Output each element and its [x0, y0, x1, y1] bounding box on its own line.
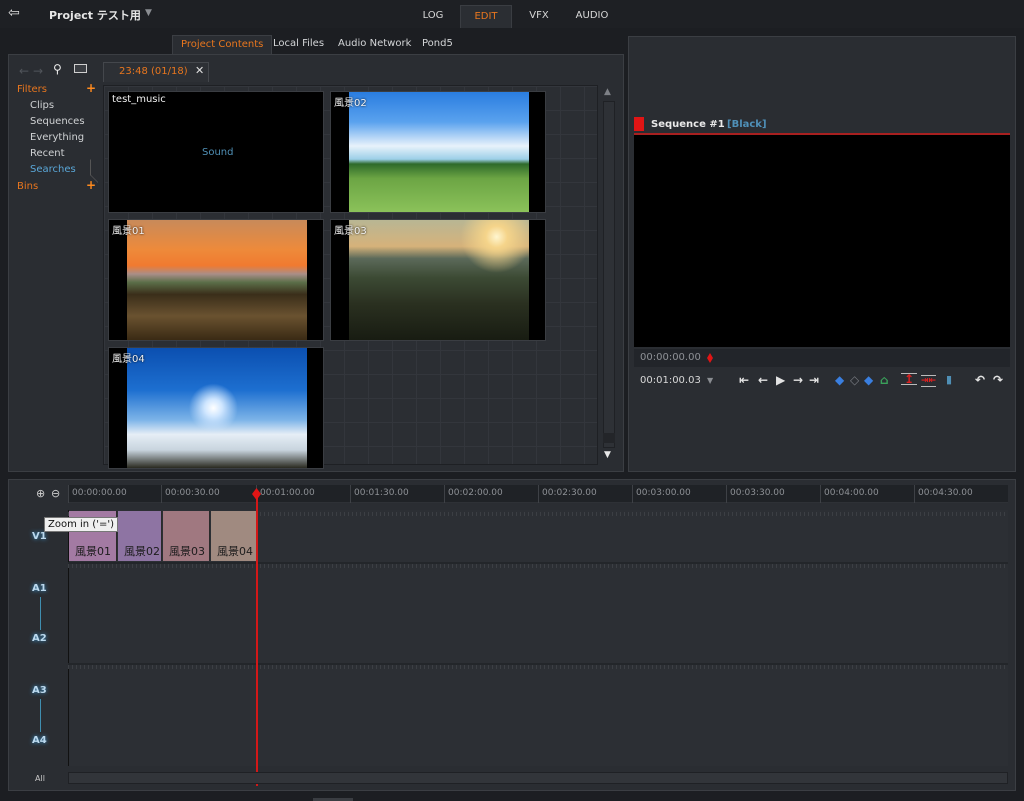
search-icon[interactable]: ⚲	[53, 62, 62, 76]
project-title[interactable]: Project テスト用	[49, 7, 141, 23]
clip-tile[interactable]: 風景03	[330, 219, 546, 341]
scroll-up-icon[interactable]: ▲	[604, 87, 611, 97]
viewer-screen[interactable]	[634, 133, 1010, 347]
bins-heading[interactable]: Bins	[17, 181, 38, 192]
clip-tile[interactable]: test_music Sound	[108, 91, 324, 213]
zoom-in-icon[interactable]: ⊕	[36, 487, 45, 500]
sequence-flag-icon	[634, 117, 644, 131]
tab-audio[interactable]: AUDIO	[570, 5, 614, 28]
track-a1-ticks	[68, 564, 1008, 568]
tab-audio-network[interactable]: Audio Network	[330, 35, 419, 54]
play-icon[interactable]: ▶	[776, 373, 785, 387]
ruler-tick-label: 00:00:30.00	[161, 485, 220, 503]
timeline-clip-name: 風景01	[75, 545, 111, 558]
clip-tile[interactable]: 風景02	[330, 91, 546, 213]
filter-everything[interactable]: Everything	[30, 132, 84, 143]
ruler-tick-label: 00:04:30.00	[914, 485, 973, 503]
timeline-clip[interactable]: 風景02	[118, 511, 162, 561]
tab-project-contents[interactable]: Project Contents	[172, 35, 273, 54]
track-label-a4[interactable]: A4	[32, 735, 47, 746]
track-a3-ticks	[68, 665, 1008, 669]
step-forward-icon[interactable]: →	[793, 373, 803, 387]
ruler-tick-label: 00:04:00.00	[820, 485, 879, 503]
sound-placeholder: Sound	[202, 147, 234, 158]
tab-local-files[interactable]: Local Files	[265, 35, 332, 54]
scroll-track[interactable]	[603, 101, 615, 448]
ruler-tick-label: 00:01:30.00	[350, 485, 409, 503]
timeline-clip-name: 風景03	[169, 545, 205, 558]
ruler-tick-label: 00:01:00.00	[256, 485, 315, 503]
track-label-v1[interactable]: V1	[32, 531, 47, 542]
track-label-a1[interactable]: A1	[32, 583, 47, 594]
redo-icon[interactable]: ↷	[993, 373, 1003, 387]
filter-recent[interactable]: Recent	[30, 148, 65, 159]
clip-tile[interactable]: 風景01	[108, 219, 324, 341]
ruler-tick-label: 00:02:30.00	[538, 485, 597, 503]
go-to-end-icon[interactable]: ⇥	[809, 373, 819, 387]
ruler-tick-label: 00:03:00.00	[632, 485, 691, 503]
clip-thumbnail	[349, 92, 529, 212]
clip-name: 風景02	[334, 98, 367, 109]
undo-icon[interactable]: ↶	[975, 373, 985, 387]
top-bar	[0, 0, 1024, 28]
ruler-tick-label: 00:00:00.00	[68, 485, 127, 503]
forward-arrow-icon[interactable]: →	[33, 64, 43, 78]
clip-name: 風景04	[112, 354, 145, 365]
add-filter-button[interactable]: +	[86, 81, 96, 95]
filters-heading[interactable]: Filters	[17, 84, 47, 95]
clip-name: test_music	[112, 94, 166, 105]
clip-thumbnail	[127, 348, 307, 468]
mark-clear-icon[interactable]: ◇	[850, 373, 859, 387]
go-to-start-icon[interactable]: ⇤	[739, 373, 749, 387]
zoom-in-tooltip: Zoom in ('=')	[44, 517, 118, 532]
tab-pond5[interactable]: Pond5	[414, 35, 461, 54]
clip-tile[interactable]: 風景04	[108, 347, 324, 469]
timecode-dropdown-icon[interactable]: ▼	[707, 376, 713, 385]
clip-thumbnail	[127, 220, 307, 340]
filter-sequences[interactable]: Sequences	[30, 116, 85, 127]
tab-vfx[interactable]: VFX	[520, 5, 558, 28]
sequence-title: Sequence #1	[651, 119, 725, 130]
sequence-tag: [Black]	[727, 119, 767, 130]
clip-thumbnail	[349, 220, 529, 340]
mark-out-icon[interactable]: ◆	[864, 373, 873, 387]
project-dropdown-icon[interactable]: ▼	[145, 8, 152, 18]
filter-searches[interactable]: Searches	[30, 164, 76, 175]
timeline-clip[interactable]: 風景03	[163, 511, 210, 561]
timeline-clip-name: 風景04	[217, 545, 253, 558]
close-bin-tab-icon[interactable]: ✕	[195, 64, 204, 77]
step-back-icon[interactable]: ←	[758, 373, 768, 387]
clip-name: 風景01	[112, 226, 145, 237]
ruler-tick-label: 00:02:00.00	[444, 485, 503, 503]
scroll-down-icon[interactable]: ▼	[604, 450, 611, 460]
scroll-thumb[interactable]	[603, 433, 615, 443]
back-arrow-icon[interactable]: ←	[19, 64, 29, 78]
extract-icon[interactable]: ⇥⇤	[921, 375, 937, 387]
track-link-a1-a2	[40, 597, 41, 630]
track-label-a3[interactable]: A3	[32, 685, 47, 696]
tab-log[interactable]: LOG	[414, 5, 452, 28]
keyboard-icon[interactable]	[74, 64, 87, 73]
timeline-overview-scrollbar[interactable]	[68, 772, 1008, 784]
track-label-a2[interactable]: A2	[32, 633, 47, 644]
ruler-tick-label: 00:03:30.00	[726, 485, 785, 503]
clip-name: 風景03	[334, 226, 367, 237]
bin-tab[interactable]: 23:48 (01/18)	[103, 62, 209, 82]
voiceover-mic-icon[interactable]: ▮	[946, 373, 952, 386]
scrub-timecode: 00:00:00.00	[640, 352, 701, 363]
timeline-clip-name: 風景02	[124, 545, 160, 558]
exit-icon[interactable]: ⇦	[8, 5, 28, 23]
timeline-clip[interactable]: 風景04	[211, 511, 257, 561]
all-tracks-label[interactable]: All	[35, 774, 45, 783]
browser-scrollbar[interactable]: ▲ ▼	[601, 85, 617, 465]
track-link-a3-a4	[40, 699, 41, 732]
zoom-out-icon[interactable]: ⊖	[51, 487, 60, 500]
timeline-playhead[interactable]	[256, 490, 258, 786]
duration-timecode[interactable]: 00:01:00.03	[640, 375, 701, 386]
tab-edit[interactable]: EDIT	[460, 5, 512, 28]
filter-clips[interactable]: Clips	[30, 100, 54, 111]
mark-in-icon[interactable]: ◆	[835, 373, 844, 387]
marker-icon[interactable]: ⌂	[880, 373, 889, 387]
lift-icon[interactable]: ↥	[901, 373, 918, 385]
